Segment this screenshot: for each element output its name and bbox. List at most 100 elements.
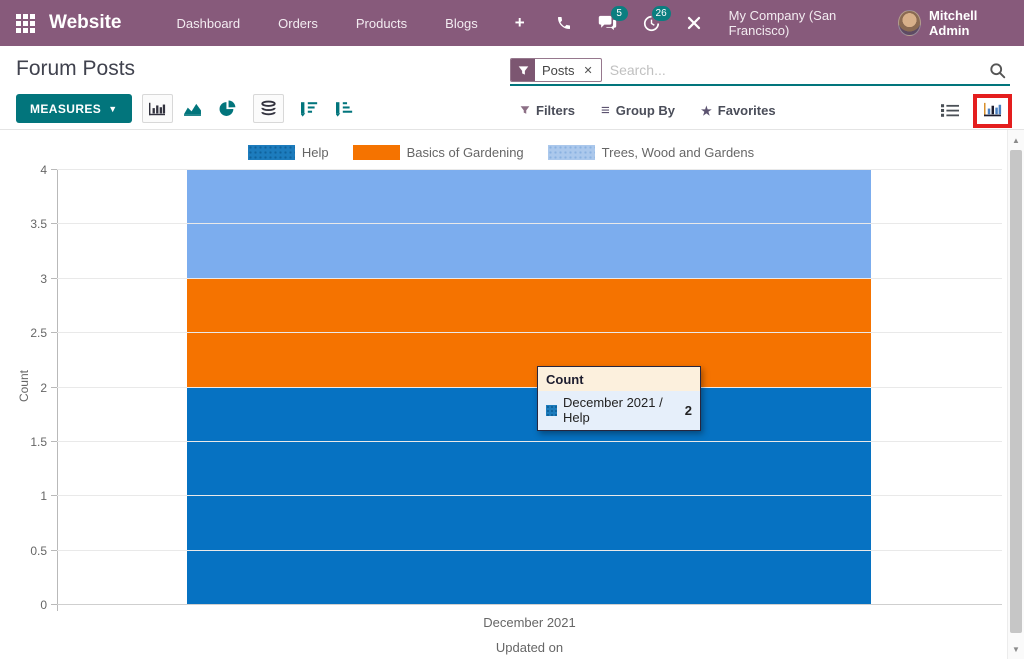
line-chart-button[interactable] [177,94,208,123]
legend-label: Help [302,145,329,160]
odoo-app: Website DashboardOrdersProductsBlogs + 5… [0,0,1024,659]
company-switcher[interactable]: My Company (San Francisco) [729,8,877,38]
user-menu[interactable]: Mitchell Admin [929,8,1008,38]
control-panel-top: Forum Posts Posts ✕ [0,46,1024,92]
phone-icon[interactable] [543,15,585,31]
nav-item-dashboard[interactable]: Dashboard [158,16,260,31]
y-tick-label: 1.5 [11,435,47,449]
stacked-button[interactable] [253,94,284,123]
favorites-button[interactable]: ★ Favorites [701,103,776,118]
sort-asc-icon [336,101,353,117]
sort-desc-icon [301,101,318,117]
search-bar: Posts ✕ [510,56,1010,86]
y-tick-label: 3.5 [11,217,47,231]
nav-item-blogs[interactable]: Blogs [426,16,497,31]
gridline [57,495,1002,496]
chart-legend: Help Basics of Gardening Trees, Wood and G… [0,145,1002,160]
activities-badge: 26 [652,6,671,21]
y-tick-label: 2.5 [11,326,47,340]
search-input[interactable] [602,62,985,78]
messages-badge: 5 [611,6,628,21]
measures-label: MEASURES [30,102,101,116]
list-view-button[interactable] [933,99,967,122]
scroll-up-icon[interactable]: ▲ [1008,132,1024,148]
y-tick-label: 0 [11,598,47,612]
y-tick-label: 2 [11,381,47,395]
tick-mark [51,550,57,551]
legend-label: Basics of Gardening [407,145,524,160]
bar-segment-trees-wood-and-gardens[interactable] [187,170,871,279]
tooltip-swatch-icon [546,405,557,416]
facet-label: Posts [535,59,582,81]
gridline [57,387,1002,388]
tick-mark [51,441,57,442]
groupby-button[interactable]: ≡ Group By [601,102,675,119]
stacked-icon [260,100,277,117]
gridline [57,223,1002,224]
legend-item[interactable]: Help [248,145,329,160]
tick-mark [51,604,57,605]
sort-asc-button[interactable] [329,94,360,123]
bar-chart-button[interactable] [142,94,173,123]
y-axis-line [57,170,58,611]
graph-toolbar: MEASURES ▼ [16,94,360,123]
gridline [57,550,1002,551]
y-tick-label: 3 [11,272,47,286]
legend-item[interactable]: Trees, Wood and Gardens [548,145,754,160]
gridline [57,332,1002,333]
y-tick-label: 0.5 [11,544,47,558]
search-facet[interactable]: Posts ✕ [510,58,602,82]
groupby-label: Group By [616,103,675,118]
x-tick-label: December 2021 [57,615,1002,630]
legend-label: Trees, Wood and Gardens [602,145,754,160]
tooltip-row: December 2021 / Help 2 [538,391,700,430]
area-chart-icon [183,101,202,117]
tick-mark [51,223,57,224]
bar-segment-help[interactable] [187,388,871,606]
bar-chart-icon [148,101,166,117]
vertical-scrollbar[interactable]: ▲ ▼ [1007,130,1024,659]
nav-left: Website DashboardOrdersProductsBlogs + [16,12,543,34]
search-icon[interactable] [985,62,1010,79]
star-icon: ★ [701,104,712,118]
apps-grid-icon[interactable] [16,14,35,33]
chart-tooltip: Count December 2021 / Help 2 [537,366,701,431]
control-panel-bottom: MEASURES ▼ [0,92,1024,130]
nav-item-orders[interactable]: Orders [259,16,337,31]
chart-area: Help Basics of Gardening Trees, Wood and G… [0,130,1024,659]
favorites-label: Favorites [718,103,776,118]
scroll-down-icon[interactable]: ▼ [1008,641,1024,657]
tools-icon[interactable] [673,15,715,31]
activities-icon[interactable]: 26 [630,15,673,32]
facet-remove-icon[interactable]: ✕ [582,59,601,81]
tick-mark [51,387,57,388]
legend-swatch [548,145,595,160]
gridline [57,169,1002,170]
sort-desc-button[interactable] [294,94,325,123]
legend-swatch [353,145,400,160]
filters-button[interactable]: Filters [520,103,575,118]
list-view-icon [941,103,959,118]
pie-chart-button[interactable] [212,94,243,123]
plot: Count 00.511.522.533.54 [57,170,1002,605]
avatar[interactable] [898,10,921,36]
graph-view-button[interactable] [973,94,1012,128]
tick-mark [51,169,57,170]
plus-icon[interactable]: + [497,13,543,33]
nav-item-products[interactable]: Products [337,16,426,31]
legend-item[interactable]: Basics of Gardening [353,145,524,160]
view-switcher [933,92,1012,129]
messages-icon[interactable]: 5 [585,15,630,31]
scrollbar-thumb[interactable] [1010,150,1022,633]
measures-button[interactable]: MEASURES ▼ [16,94,132,123]
tooltip-label: December 2021 / Help [563,395,677,425]
brand[interactable]: Website [49,12,122,34]
bar-stack [187,170,871,605]
y-tick-label: 1 [11,489,47,503]
gridline [57,604,1002,605]
gridline [57,278,1002,279]
caret-down-icon: ▼ [108,104,117,114]
filter-funnel-icon [520,104,530,118]
bar-segment-basics-of-gardening[interactable] [187,279,871,388]
tooltip-value: 2 [685,403,692,418]
